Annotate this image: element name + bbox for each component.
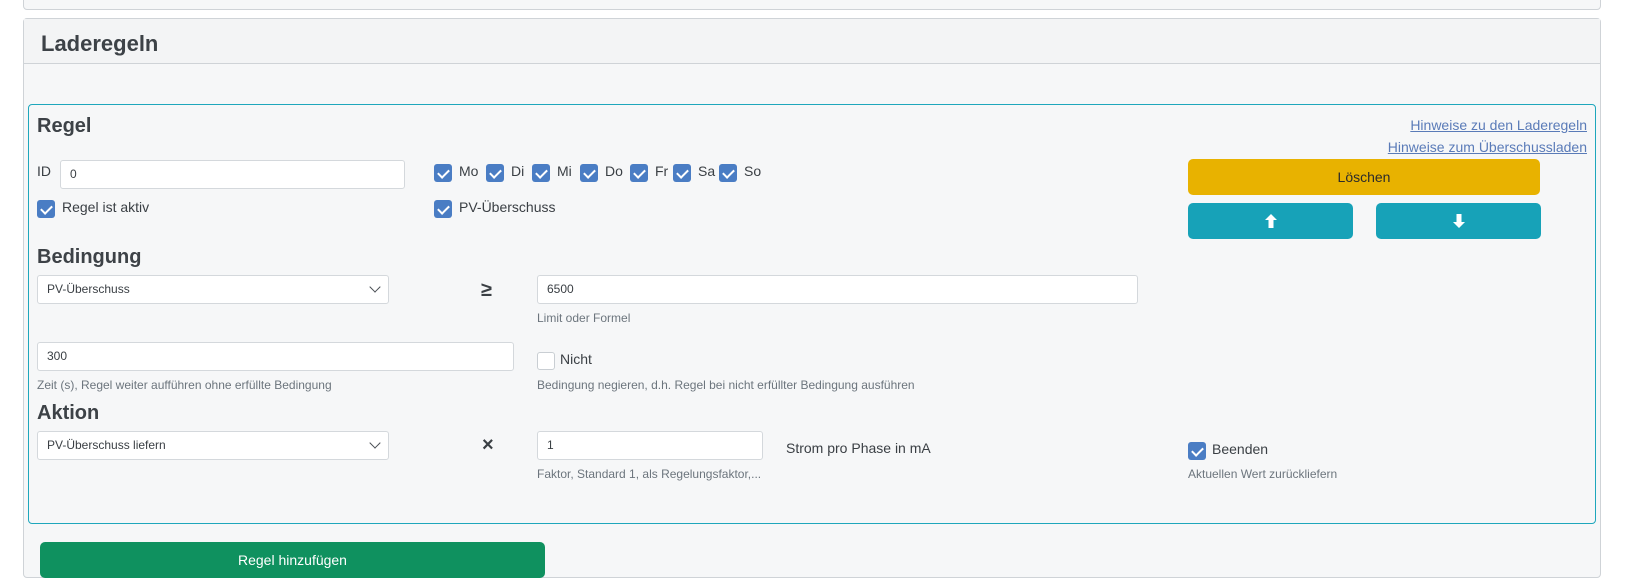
- time-help: Zeit (s), Regel weiter aufführen ohne er…: [37, 378, 332, 392]
- action-select[interactable]: PV-Überschuss liefern: [37, 431, 389, 460]
- card-header: Laderegeln: [24, 19, 1600, 64]
- finish-checkbox[interactable]: [1188, 442, 1206, 460]
- action-operator: ×: [482, 434, 494, 456]
- day-label-do: Do: [605, 163, 623, 179]
- move-down-button[interactable]: [1376, 203, 1541, 239]
- pv-surplus-label: PV-Überschuss: [459, 199, 556, 215]
- rule-active-checkbox[interactable]: [37, 200, 55, 218]
- id-label: ID: [37, 163, 51, 179]
- checkbox-so[interactable]: [719, 164, 737, 182]
- previous-card: [23, 0, 1601, 10]
- negate-label: Nicht: [560, 351, 592, 367]
- limit-input[interactable]: 6500: [537, 275, 1138, 304]
- finish-help: Aktuellen Wert zurückliefern: [1188, 467, 1338, 481]
- checkbox-di[interactable]: [486, 164, 504, 182]
- chevron-down-icon: [369, 281, 381, 293]
- factor-help: Faktor, Standard 1, als Regelungsfaktor,…: [537, 467, 762, 481]
- id-input[interactable]: 0: [60, 160, 405, 189]
- condition-source-select[interactable]: PV-Überschuss: [37, 275, 389, 304]
- day-label-so: So: [744, 163, 762, 179]
- rule-active-label: Regel ist aktiv: [62, 199, 150, 215]
- condition-source-value: PV-Überschuss: [47, 282, 130, 296]
- condition-operator: ≥: [481, 279, 492, 301]
- checkbox-mo[interactable]: [434, 164, 452, 182]
- day-label-sa: Sa: [698, 163, 716, 179]
- checkbox-mi[interactable]: [532, 164, 550, 182]
- checkbox-sa[interactable]: [673, 164, 691, 182]
- finish-label: Beenden: [1212, 441, 1269, 457]
- action-title: Aktion: [37, 402, 100, 424]
- rule-panel: Regel Hinweise zu den Laderegeln Hinweis…: [28, 104, 1596, 524]
- arrow-up-icon: [1264, 214, 1277, 228]
- time-input[interactable]: 300: [37, 342, 514, 371]
- arrow-down-icon: [1452, 214, 1465, 228]
- negate-help: Bedingung negieren, d.h. Regel bei nicht…: [537, 378, 915, 392]
- action-value: PV-Überschuss liefern: [47, 438, 166, 452]
- factor-input[interactable]: 1: [537, 431, 763, 460]
- day-label-mo: Mo: [459, 163, 479, 179]
- rule-title: Regel: [37, 115, 92, 137]
- add-rule-button[interactable]: Regel hinzufügen: [40, 542, 545, 578]
- page-title: Laderegeln: [41, 31, 159, 56]
- checkbox-do[interactable]: [580, 164, 598, 182]
- negate-checkbox[interactable]: [537, 352, 555, 370]
- help-rules-link[interactable]: Hinweise zu den Laderegeln: [1410, 117, 1587, 133]
- delete-button[interactable]: Löschen: [1188, 159, 1540, 195]
- unit-label: Strom pro Phase in mA: [786, 440, 931, 456]
- day-label-mi: Mi: [557, 163, 572, 179]
- condition-title: Bedingung: [37, 246, 142, 268]
- day-label-fr: Fr: [655, 163, 669, 179]
- checkbox-fr[interactable]: [630, 164, 648, 182]
- help-surplus-link[interactable]: Hinweise zum Überschussladen: [1388, 139, 1587, 155]
- pv-surplus-checkbox[interactable]: [434, 200, 452, 218]
- chevron-down-icon: [369, 437, 381, 449]
- day-label-di: Di: [511, 163, 525, 179]
- move-up-button[interactable]: [1188, 203, 1353, 239]
- limit-help: Limit oder Formel: [537, 311, 631, 325]
